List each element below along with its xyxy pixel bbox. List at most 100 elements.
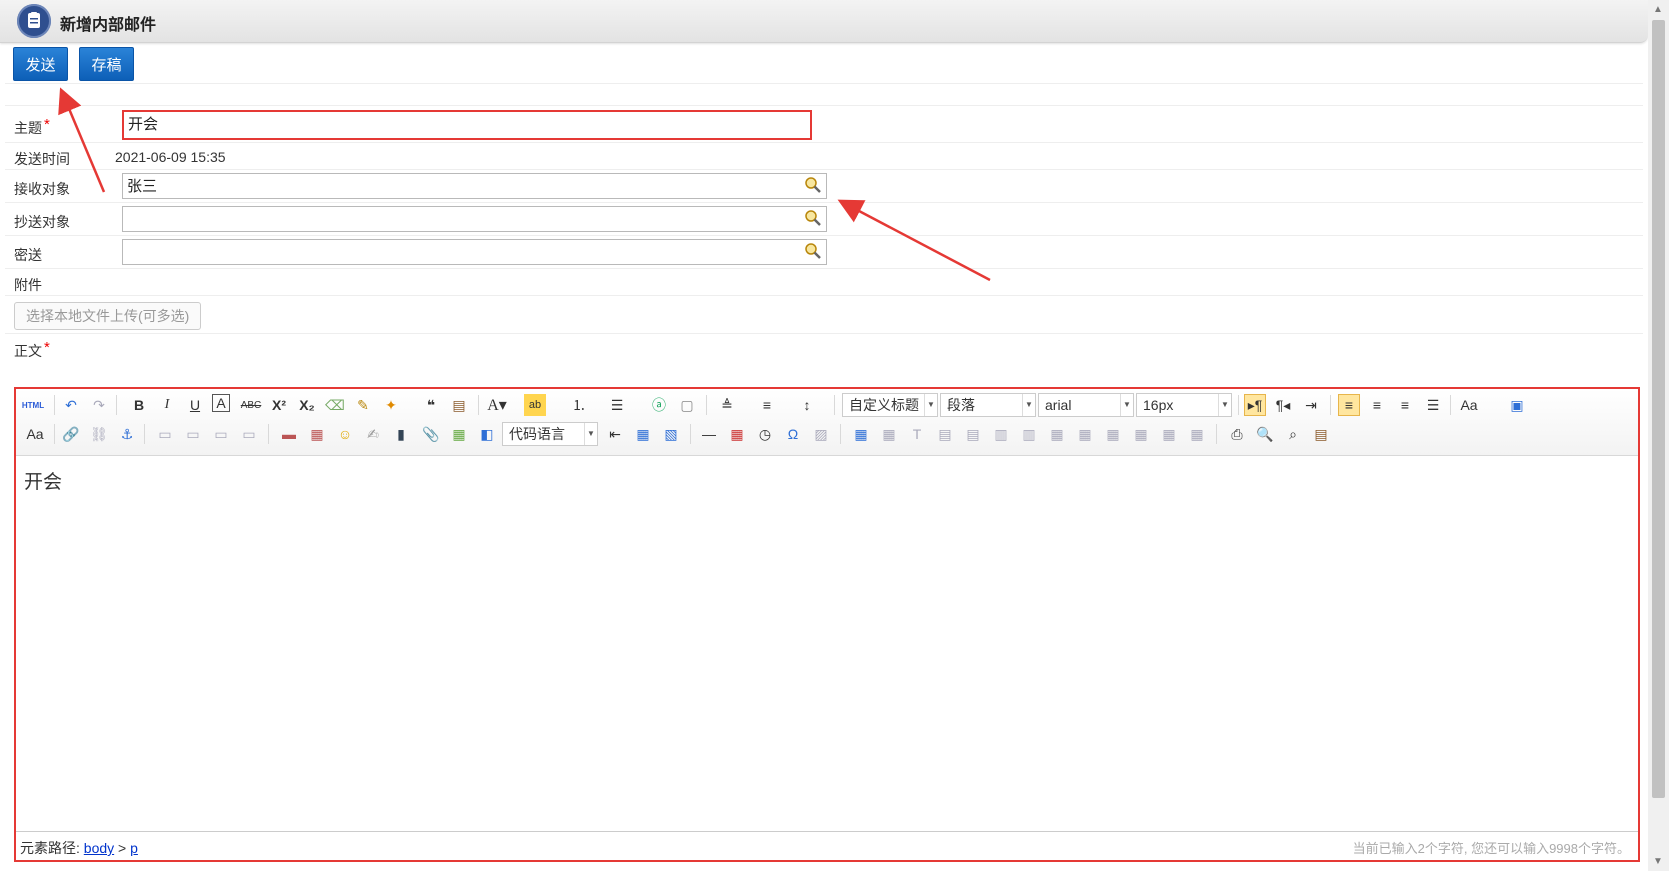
split-to-rows-icon[interactable]: ▦ [1158,423,1180,445]
ltr-direction-icon[interactable]: ▸¶ [1244,394,1266,416]
simple-upload-icon[interactable]: ▬ [278,423,300,445]
font-color-icon[interactable]: A▾ [486,394,508,416]
subject-input[interactable]: 开会 [122,110,812,140]
align-center-icon[interactable]: ≡ [1366,394,1388,416]
italic-icon[interactable]: I [156,394,178,416]
attachment-icon[interactable]: 📎 [420,423,442,445]
lookup-search-icon[interactable] [804,176,822,194]
insert-video-icon[interactable]: ▮ [390,423,412,445]
insert-col-icon[interactable]: ▥ [990,423,1012,445]
custom-heading-select[interactable]: 自定义标题 ▼ [842,393,938,417]
date-icon[interactable]: ▦ [726,423,748,445]
image-left-icon[interactable]: ▭ [182,423,204,445]
search-replace-icon[interactable]: ⌕ [1282,423,1304,445]
select-all-icon[interactable]: ⓐ [648,394,670,416]
insert-table-icon[interactable]: ▦ [850,423,872,445]
template-icon[interactable]: ▦ [632,423,654,445]
scroll-up-icon[interactable]: ▲ [1653,4,1663,15]
lookup-search-icon[interactable] [804,209,822,227]
delete-col-icon[interactable]: ▥ [1018,423,1040,445]
merge-down-icon[interactable]: ▦ [1102,423,1124,445]
insert-image-icon[interactable]: ▦ [306,423,328,445]
upload-file-button[interactable]: 选择本地文件上传(可多选) [14,302,202,330]
scroll-thumb[interactable] [1652,20,1665,798]
bold-icon[interactable]: B [128,394,150,416]
background-icon[interactable]: ▧ [660,423,682,445]
cc-label: 抄送对象 [14,214,70,230]
special-char-icon[interactable]: Ω [782,423,804,445]
to-input[interactable]: 张三 [122,173,827,199]
strikethrough-icon[interactable]: ABC [240,394,262,416]
anchor-icon[interactable]: ⚓ [116,423,138,445]
align-justify-icon[interactable]: ☰ [1422,394,1444,416]
cc-input[interactable] [122,206,827,232]
save-draft-button[interactable]: 存稿 [79,47,134,81]
delete-row-icon[interactable]: ▤ [962,423,984,445]
scrawl-icon[interactable]: ✍ [362,423,384,445]
code-language-select[interactable]: 代码语言 ▼ [502,422,598,446]
align-right-icon[interactable]: ≡ [1394,394,1416,416]
print-icon[interactable]: ⎙ [1226,423,1248,445]
path-link-p[interactable]: p [130,840,138,856]
underline-icon[interactable]: U [184,394,206,416]
wordimage-icon[interactable]: ▨ [810,423,832,445]
font-size-select[interactable]: 16px ▼ [1136,393,1232,417]
clear-doc-icon[interactable]: ▢ [676,394,698,416]
path-link-body[interactable]: body [84,840,114,856]
format-painter-icon[interactable]: ✎ [352,394,374,416]
image-center-icon[interactable]: ▭ [238,423,260,445]
unlink-icon[interactable]: ⛓ [88,423,110,445]
merge-cells-icon[interactable]: ▦ [1046,423,1068,445]
row-spacing-top-icon[interactable]: ≜ [716,394,738,416]
auto-typeset-icon[interactable]: ✦ [380,394,402,416]
eraser-icon[interactable]: ⌫ [324,394,346,416]
undo-icon[interactable]: ↶ [60,394,82,416]
paste-plain-icon[interactable]: ▤ [448,394,470,416]
blockquote-icon[interactable]: ❝ [420,394,442,416]
map-icon[interactable]: ▦ [448,423,470,445]
subscript-icon[interactable]: X₂ [296,394,318,416]
split-to-cols-icon[interactable]: ▦ [1186,423,1208,445]
send-button[interactable]: 发送 [13,47,68,81]
superscript-icon[interactable]: X² [268,394,290,416]
background-color-icon[interactable]: ab [524,394,546,416]
rtl-direction-icon[interactable]: ¶◂ [1272,394,1294,416]
insert-row-icon[interactable]: ▤ [934,423,956,445]
horizontal-rule-icon[interactable]: — [698,423,720,445]
font-border-icon[interactable]: A [212,394,230,412]
preview-icon[interactable]: 🔍 [1254,423,1276,445]
paragraph-select[interactable]: 段落 ▼ [940,393,1036,417]
insert-frame-icon[interactable]: ◧ [476,423,498,445]
bcc-input[interactable] [122,239,827,265]
attachment-label: 附件 [14,277,42,293]
merge-right-icon[interactable]: ▦ [1074,423,1096,445]
split-to-cells-icon[interactable]: ▦ [1130,423,1152,445]
fullscreen-icon[interactable]: ▣ [1506,394,1528,416]
delete-table-icon[interactable]: ▦ [878,423,900,445]
image-none-icon[interactable]: ▭ [154,423,176,445]
lookup-search-icon[interactable] [804,242,822,260]
row-spacing-bottom-icon[interactable]: ≡ [756,394,778,416]
vertical-scrollbar[interactable]: ▲ ▼ [1648,0,1669,871]
editor-content[interactable]: 开会 [24,467,62,494]
image-right-icon[interactable]: ▭ [210,423,232,445]
insert-paragraph-before-table-icon[interactable]: T [906,423,928,445]
page-break-icon[interactable]: ⇤ [604,423,626,445]
align-left-icon[interactable]: ≡ [1338,394,1360,416]
chevron-down-icon: ▼ [1120,394,1133,416]
redo-icon[interactable]: ↷ [88,394,110,416]
time-icon[interactable]: ◷ [754,423,776,445]
link-icon[interactable]: 🔗 [60,423,82,445]
lowercase-icon[interactable]: Aa [24,423,46,445]
indent-icon[interactable]: ⇥ [1300,394,1322,416]
html-source-icon[interactable]: HTML [20,394,46,416]
line-height-icon[interactable]: ↕ [796,394,818,416]
drafts-icon[interactable]: ▤ [1310,423,1332,445]
unordered-list-icon[interactable]: ☰ [606,394,628,416]
ordered-list-icon[interactable]: ⒈ [568,394,590,416]
scroll-down-icon[interactable]: ▼ [1653,856,1663,867]
font-family-select[interactable]: arial ▼ [1038,393,1134,417]
rich-text-editor[interactable]: HTML ↶ ↷ B I U A ABC X² X₂ ⌫ ✎ ✦ ❝ ▤ A▾ … [14,387,1640,862]
emotion-icon[interactable]: ☺ [334,423,356,445]
case-convert-icon[interactable]: Aa [1458,394,1480,416]
